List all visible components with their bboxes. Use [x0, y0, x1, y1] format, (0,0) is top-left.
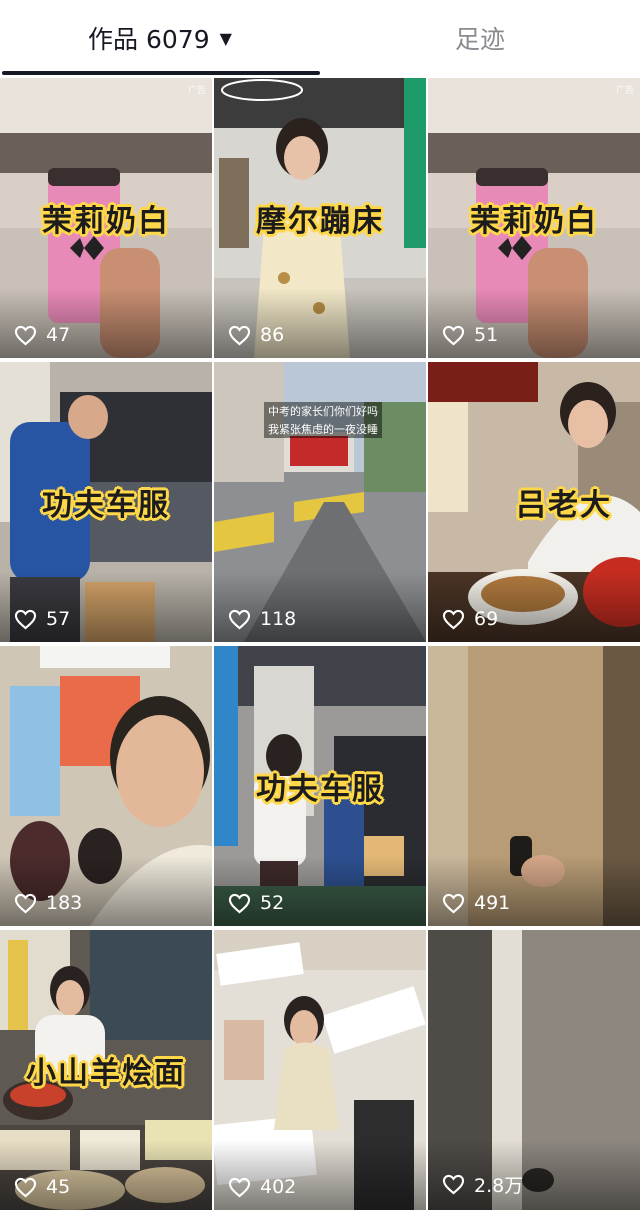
tab-works[interactable]: 作品 6079 ▼: [0, 0, 320, 76]
heart-icon: [14, 325, 37, 345]
video-caption: 功夫车服: [256, 772, 384, 807]
video-tile[interactable]: 小山羊烩面 45: [0, 930, 212, 1210]
heart-icon: [14, 1177, 37, 1197]
like-count: 57: [14, 608, 70, 630]
ad-badge: 广告: [615, 86, 634, 96]
like-count: 86: [228, 324, 284, 346]
video-overlay-text: 我紧张焦虑的一夜没睡: [264, 420, 382, 438]
tab-footprint-label: 足迹: [454, 25, 505, 54]
video-tile[interactable]: 吕老大 69: [428, 362, 640, 642]
like-count-value: 2.8万: [474, 1175, 524, 1197]
caret-down-icon[interactable]: ▼: [220, 29, 232, 48]
like-count: 51: [442, 324, 498, 346]
video-caption: 吕老大: [516, 488, 612, 523]
video-tile[interactable]: 中考的家长们你们好吗 我紧张焦虑的一夜没睡 118: [214, 362, 426, 642]
like-count-value: 402: [260, 1176, 297, 1198]
heart-icon: [228, 1177, 251, 1197]
like-count-value: 52: [260, 892, 285, 914]
video-tile[interactable]: 2.8万: [428, 930, 640, 1210]
video-caption: 小山羊烩面: [26, 1056, 186, 1091]
video-overlay-text: 中考的家长们你们好吗: [264, 402, 382, 420]
video-caption: 摩尔蹦床: [256, 204, 384, 239]
heart-icon: [14, 609, 37, 629]
video-caption: 茉莉奶白: [42, 204, 170, 239]
like-count: 45: [14, 1176, 70, 1198]
heart-icon: [228, 325, 251, 345]
video-tile[interactable]: 广告 茉莉奶白 47: [0, 78, 212, 358]
video-tile[interactable]: 402: [214, 930, 426, 1210]
heart-icon: [228, 893, 251, 913]
like-count-value: 118: [260, 608, 297, 630]
like-count: 118: [228, 608, 296, 630]
like-count-value: 491: [474, 892, 511, 914]
like-count-value: 86: [260, 324, 285, 346]
video-tile[interactable]: 491: [428, 646, 640, 926]
heart-icon: [442, 609, 465, 629]
heart-icon: [442, 893, 465, 913]
like-count-value: 57: [46, 608, 71, 630]
like-count: 2.8万: [442, 1171, 523, 1198]
video-caption: 功夫车服: [42, 488, 170, 523]
like-count: 183: [14, 892, 82, 914]
video-tile[interactable]: 功夫车服 57: [0, 362, 212, 642]
video-tile[interactable]: 功夫车服 52: [214, 646, 426, 926]
heart-icon: [442, 325, 465, 345]
video-tile[interactable]: 广告 茉莉奶白 51: [428, 78, 640, 358]
like-count: 52: [228, 892, 284, 914]
like-count: 402: [228, 1176, 296, 1198]
video-tile[interactable]: 183: [0, 646, 212, 926]
active-tab-indicator: [2, 71, 320, 75]
like-count: 47: [14, 324, 70, 346]
video-caption: 茉莉奶白: [470, 204, 598, 239]
like-count: 491: [442, 892, 510, 914]
profile-tab-bar: 作品 6079 ▼ 足迹: [0, 0, 640, 76]
like-count: 69: [442, 608, 498, 630]
like-count-value: 69: [474, 608, 499, 630]
video-tile[interactable]: 摩尔蹦床 86: [214, 78, 426, 358]
heart-icon: [14, 893, 37, 913]
heart-icon: [228, 609, 251, 629]
like-count-value: 51: [474, 324, 499, 346]
tab-footprint[interactable]: 足迹: [320, 0, 640, 76]
like-count-value: 47: [46, 324, 71, 346]
heart-icon: [442, 1174, 465, 1195]
like-count-value: 45: [46, 1176, 71, 1198]
tab-works-label: 作品 6079: [88, 25, 210, 54]
ad-badge: 广告: [187, 86, 206, 96]
like-count-value: 183: [46, 892, 83, 914]
video-grid: 广告 茉莉奶白 47 摩尔蹦床 86 广告 茉莉奶白 51 功夫车服 57 中考…: [0, 78, 640, 1210]
